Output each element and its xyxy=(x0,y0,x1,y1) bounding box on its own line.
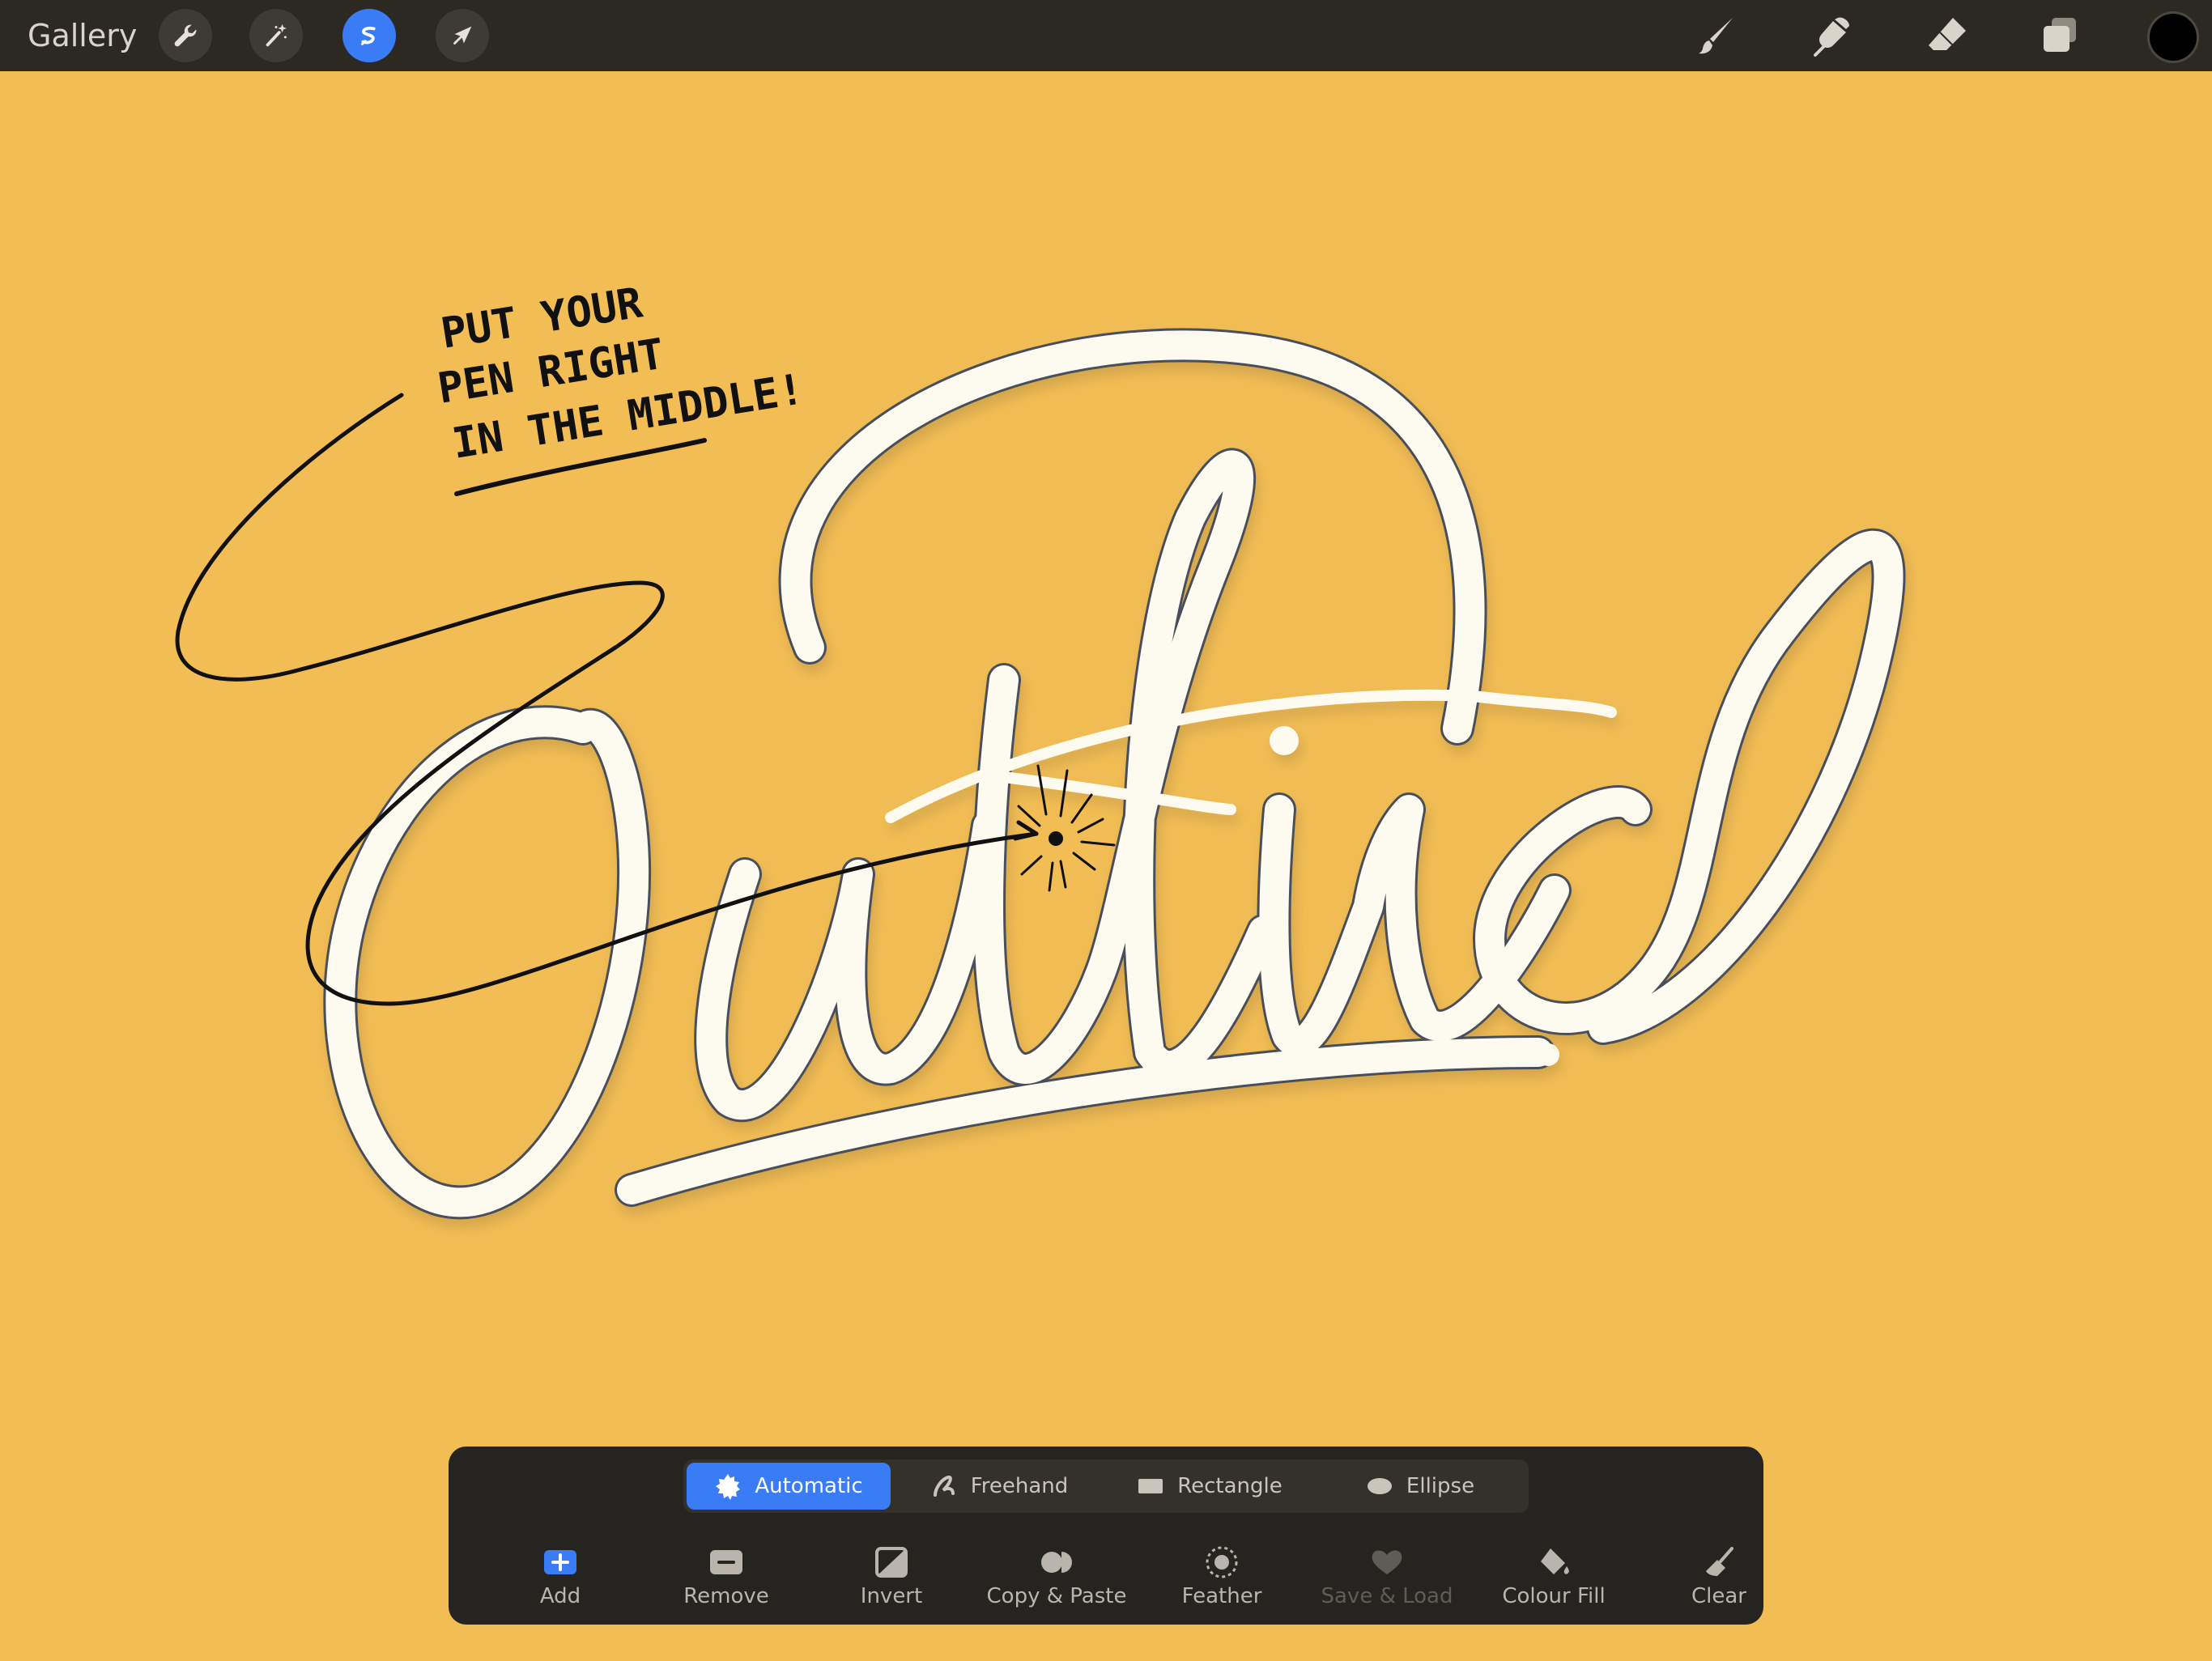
transform-arrow-icon xyxy=(453,26,472,45)
lettering-artwork: PUT YOUR PEN RIGHT IN THE MIDDLE! xyxy=(175,278,1906,1220)
mode-rectangle[interactable]: Rectangle xyxy=(1108,1463,1312,1510)
top-toolbar: Gallery xyxy=(0,0,2212,71)
layers-icon xyxy=(2044,18,2076,52)
adjustments-button[interactable] xyxy=(249,9,303,62)
feather-label: Feather xyxy=(1181,1584,1262,1608)
remove-button[interactable]: Remove xyxy=(649,1544,803,1616)
drawing-canvas[interactable]: PUT YOUR PEN RIGHT IN THE MIDDLE! xyxy=(0,71,2212,1658)
smudge-button[interactable] xyxy=(1807,10,1859,62)
copy-paste-label: Copy & Paste xyxy=(986,1584,1127,1608)
colour-fill-icon xyxy=(1541,1548,1569,1574)
invert-icon xyxy=(875,1547,908,1578)
clear-icon xyxy=(1706,1547,1733,1576)
ellipse-icon xyxy=(1367,1478,1392,1494)
invert-label: Invert xyxy=(860,1584,923,1608)
pen-target-dot xyxy=(1049,831,1063,846)
layers-button[interactable] xyxy=(2034,10,2086,62)
transform-button[interactable] xyxy=(436,9,489,62)
smudge-icon xyxy=(1814,17,1849,57)
feather-icon xyxy=(1206,1546,1238,1578)
add-label: Add xyxy=(539,1584,581,1608)
color-swatch-button[interactable] xyxy=(2147,11,2199,63)
mode-ellipse[interactable]: Ellipse xyxy=(1318,1463,1522,1510)
clear-label: Clear xyxy=(1691,1584,1746,1608)
selection-mode-bar: Automatic Freehand Rectangle Ellipse xyxy=(683,1459,1529,1513)
annotation-text: PUT YOUR PEN RIGHT IN THE MIDDLE! xyxy=(435,278,807,469)
remove-icon xyxy=(710,1550,742,1574)
mode-rectangle-label: Rectangle xyxy=(1177,1474,1283,1498)
mode-automatic[interactable]: Automatic xyxy=(687,1463,891,1510)
eraser-button[interactable] xyxy=(1921,10,1972,62)
add-icon xyxy=(544,1550,576,1574)
clear-button[interactable]: Clear xyxy=(1642,1544,1796,1616)
mode-freehand[interactable]: Freehand xyxy=(897,1463,1101,1510)
feather-button[interactable]: Feather xyxy=(1145,1544,1299,1616)
wrench-icon xyxy=(174,24,197,47)
guide-stroke xyxy=(175,393,1039,1006)
eraser-icon xyxy=(1929,18,1966,50)
copy-paste-icon xyxy=(1041,1552,1072,1573)
colour-fill-label: Colour Fill xyxy=(1502,1584,1606,1608)
mode-ellipse-label: Ellipse xyxy=(1406,1474,1475,1498)
actions-button[interactable] xyxy=(159,9,212,62)
heart-icon xyxy=(1372,1550,1402,1574)
mode-freehand-label: Freehand xyxy=(970,1474,1069,1498)
automatic-icon xyxy=(716,1474,741,1500)
rectangle-icon xyxy=(1138,1479,1163,1493)
magic-wand-icon xyxy=(266,23,287,47)
selection-panel: Automatic Freehand Rectangle Ellipse Add xyxy=(449,1446,1763,1625)
save-load-label: Save & Load xyxy=(1321,1584,1453,1608)
mode-automatic-label: Automatic xyxy=(755,1474,863,1498)
brush-button[interactable] xyxy=(1692,10,1744,62)
selection-icon xyxy=(361,26,376,45)
gallery-button[interactable]: Gallery xyxy=(28,18,137,53)
remove-label: Remove xyxy=(683,1584,769,1608)
save-load-button[interactable]: Save & Load xyxy=(1310,1544,1464,1616)
colour-fill-button[interactable]: Colour Fill xyxy=(1477,1544,1631,1616)
selection-button[interactable] xyxy=(342,9,396,62)
freehand-icon xyxy=(933,1475,955,1497)
add-button[interactable]: Add xyxy=(483,1544,637,1616)
copy-paste-button[interactable]: Copy & Paste xyxy=(980,1544,1134,1616)
brush-icon xyxy=(1699,18,1733,54)
invert-button[interactable]: Invert xyxy=(815,1544,968,1616)
